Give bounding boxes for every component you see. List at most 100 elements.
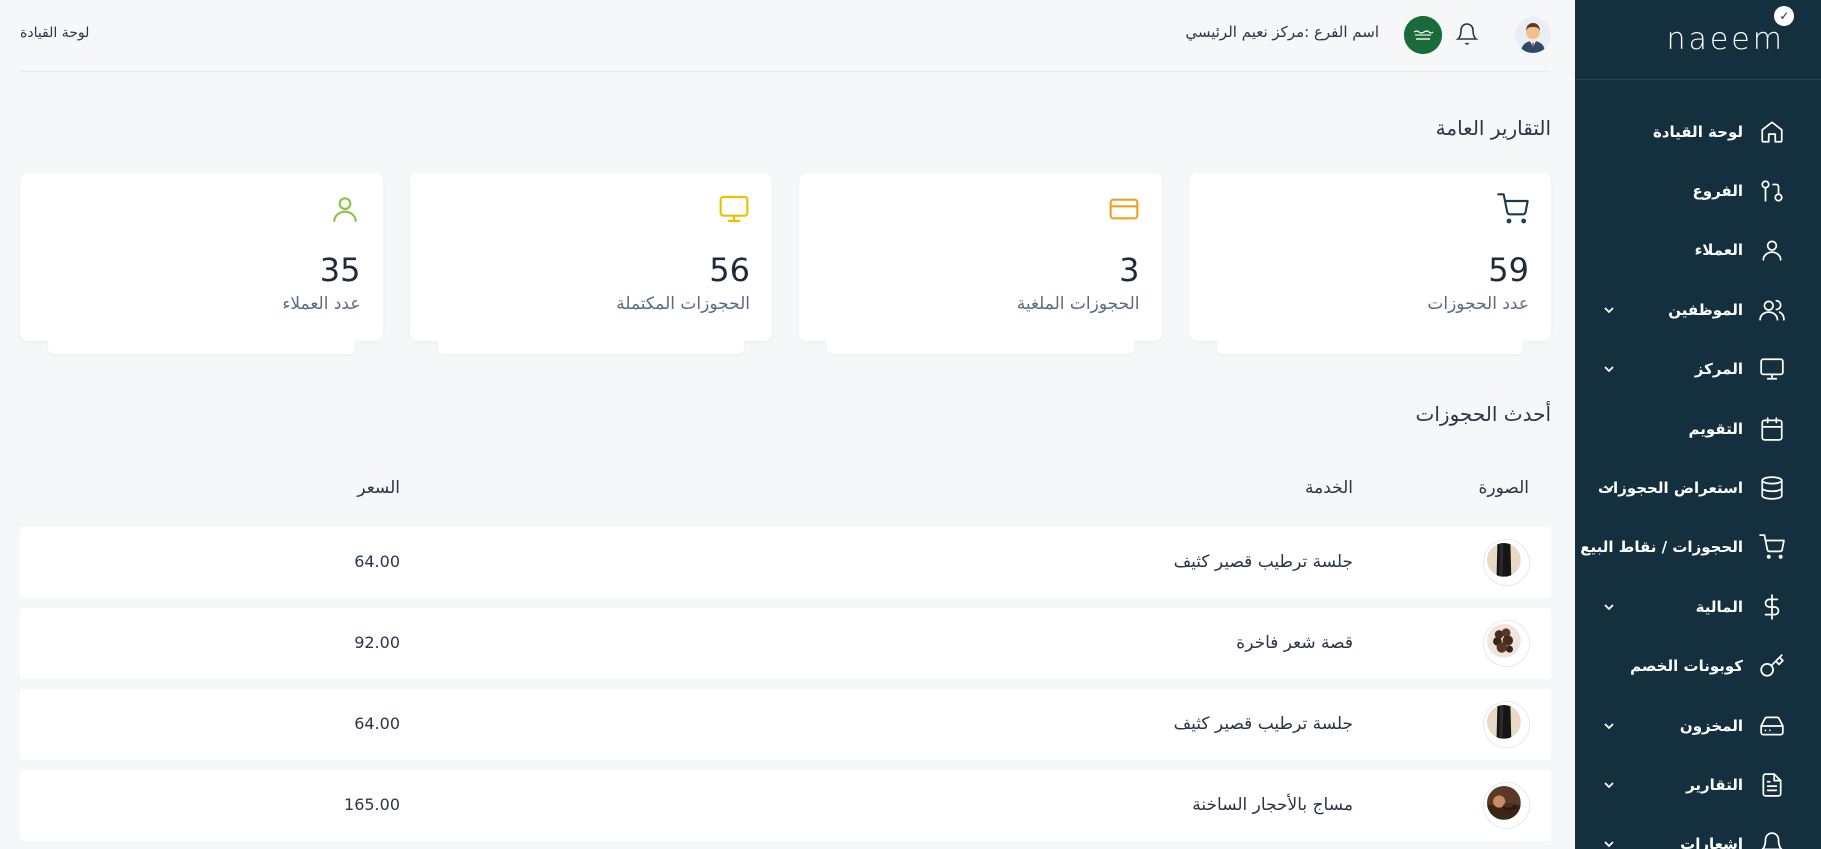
sidebar-item-label: كوبونات الخصم [1630, 657, 1743, 676]
calendar-icon [1759, 416, 1785, 442]
hard-drive-icon [1759, 713, 1785, 739]
database-icon [1759, 475, 1785, 501]
stat-card-bookings: 59 عدد الحجوزات [1188, 173, 1551, 354]
sidebar-item-label: الفروع [1692, 182, 1743, 201]
sidebar-item-label: التقارير [1686, 775, 1743, 794]
topbar-divider [20, 71, 1550, 72]
service-name: جلسة ترطيب قصير كثيف [1173, 714, 1353, 734]
language-flag-icon[interactable] [1404, 16, 1442, 54]
sidebar-item-label: الحجوزات / نقاط البيع [1580, 538, 1743, 557]
table-row[interactable]: مساج بالأحجار الساخنة 165.00 [20, 770, 1551, 841]
sidebar-item-dashboard[interactable]: لوحة القيادة [1575, 102, 1821, 161]
stat-value: 59 [1488, 251, 1529, 289]
sidebar-item-finance[interactable]: المالية [1575, 577, 1821, 636]
chevron-down-icon[interactable] [1601, 361, 1617, 377]
sidebar-item-label: التقويم [1688, 419, 1744, 438]
sidebar-item-calendar[interactable]: التقويم [1575, 399, 1821, 458]
stat-label: عدد الحجوزات [1427, 294, 1529, 314]
service-thumbnail [1484, 702, 1529, 747]
sidebar-item-customers[interactable]: العملاء [1575, 221, 1821, 280]
logo-check-icon: ✓ [1774, 6, 1795, 26]
saudi-flag-icon [1404, 16, 1442, 54]
sidebar-item-branches[interactable]: الفروع [1575, 161, 1821, 220]
table-row[interactable]: قصة شعر فاخرة 92.00 [20, 608, 1551, 679]
service-name: مساج بالأحجار الساخنة [1192, 795, 1353, 815]
sidebar-item-label: العملاء [1694, 241, 1743, 260]
chevron-down-icon[interactable] [1601, 777, 1617, 793]
stat-card-customers: 35 عدد العملاء [20, 173, 383, 354]
stat-card-cancelled: 3 الحجوزات الملغية [799, 173, 1162, 354]
column-header-service: الخدمة [1304, 478, 1353, 498]
stats-cards: 59 عدد الحجوزات 3 الحجوزات الملغية 56 ال… [20, 173, 1551, 354]
service-price: 165.00 [344, 795, 400, 814]
sidebar-item-reports[interactable]: التقارير [1575, 755, 1821, 814]
sidebar-item-label: لوحة القيادة [1652, 122, 1743, 141]
monitor-icon [718, 193, 750, 225]
card-stack-shadow [437, 341, 744, 354]
massage-thumb-icon [1487, 786, 1521, 820]
service-thumbnail [1484, 621, 1529, 666]
service-name: قصة شعر فاخرة [1236, 633, 1353, 653]
user-icon [1759, 237, 1785, 263]
sidebar-item-inventory[interactable]: المخزون [1575, 696, 1821, 755]
hair-straight-thumb-icon [1487, 705, 1521, 739]
sidebar-item-employees[interactable]: الموظفين [1575, 280, 1821, 339]
chevron-down-icon[interactable] [1601, 599, 1617, 615]
notifications-bell-icon[interactable] [1453, 22, 1479, 48]
cart-icon [1497, 193, 1529, 225]
stat-card-completed: 56 الحجوزات المكتملة [409, 173, 772, 354]
monitor-icon [1759, 356, 1785, 382]
chevron-down-icon[interactable] [1601, 718, 1617, 734]
card-stack-shadow [1216, 341, 1523, 354]
table-row[interactable]: جلسة ترطيب قصير كثيف 64.00 [20, 527, 1551, 598]
sidebar-item-center[interactable]: المركز [1575, 340, 1821, 399]
stat-label: الحجوزات الملغية [1016, 294, 1140, 314]
key-icon [1759, 653, 1785, 679]
service-name: جلسة ترطيب قصير كثيف [1173, 552, 1353, 572]
column-header-image: الصورة [1478, 478, 1529, 498]
sidebar-item-label: إشعارات [1680, 835, 1743, 849]
sidebar-item-pos[interactable]: الحجوزات / نقاط البيع [1575, 518, 1821, 577]
user-avatar[interactable] [1515, 17, 1551, 53]
bell-icon [1759, 831, 1785, 849]
sidebar-item-label: استعراض الحجوزات [1597, 479, 1743, 498]
breadcrumb: لوحة القيادة [20, 25, 90, 41]
card-stack-shadow [827, 341, 1134, 354]
table-row[interactable]: جلسة ترطيب قصير كثيف 64.00 [20, 689, 1551, 760]
service-price: 64.00 [354, 552, 400, 571]
sidebar-item-coupons[interactable]: كوبونات الخصم [1575, 637, 1821, 696]
general-reports-title: التقارير العامة [1435, 116, 1551, 140]
column-header-price: السعر [357, 478, 400, 498]
sidebar-item-label: الموظفين [1668, 300, 1743, 319]
file-text-icon [1759, 772, 1785, 798]
sidebar-nav: لوحة القيادة الفروع العملاء الموظفين الم… [1575, 80, 1821, 849]
cart-icon [1759, 534, 1785, 560]
service-thumbnail [1484, 783, 1529, 828]
chevron-down-icon[interactable] [1601, 836, 1617, 849]
home-icon [1759, 119, 1785, 145]
stat-value: 3 [1119, 251, 1140, 289]
hair-straight-thumb-icon [1487, 543, 1521, 577]
service-price: 64.00 [354, 714, 400, 733]
service-thumbnail [1484, 540, 1529, 585]
sidebar: naeem ✓ لوحة القيادة الفروع العملاء المو… [1575, 0, 1821, 849]
branch-name: اسم الفرع :مركز نعيم الرئيسي [1185, 23, 1379, 41]
sidebar-item-notifications[interactable]: إشعارات [1575, 815, 1821, 849]
sidebar-item-label: المركز [1694, 360, 1743, 379]
latest-bookings-title: أحدث الحجوزات [1415, 402, 1551, 426]
credit-card-icon [1108, 193, 1140, 225]
avatar-image [1515, 17, 1551, 53]
user-icon [329, 193, 361, 225]
logo-text: naeem [1666, 22, 1785, 57]
chevron-down-icon[interactable] [1601, 480, 1617, 496]
users-icon [1759, 297, 1785, 323]
sidebar-item-view-bookings[interactable]: استعراض الحجوزات [1575, 458, 1821, 517]
logo[interactable]: naeem ✓ [1666, 6, 1795, 57]
chevron-down-icon[interactable] [1601, 302, 1617, 318]
stat-label: الحجوزات المكتملة [616, 294, 750, 314]
brand: naeem ✓ [1575, 0, 1821, 80]
main-content: اسم الفرع :مركز نعيم الرئيسي لوحة القياد… [0, 0, 1575, 849]
stat-value: 35 [319, 251, 361, 289]
branches-icon [1759, 178, 1785, 204]
sidebar-item-label: المخزون [1679, 716, 1743, 735]
